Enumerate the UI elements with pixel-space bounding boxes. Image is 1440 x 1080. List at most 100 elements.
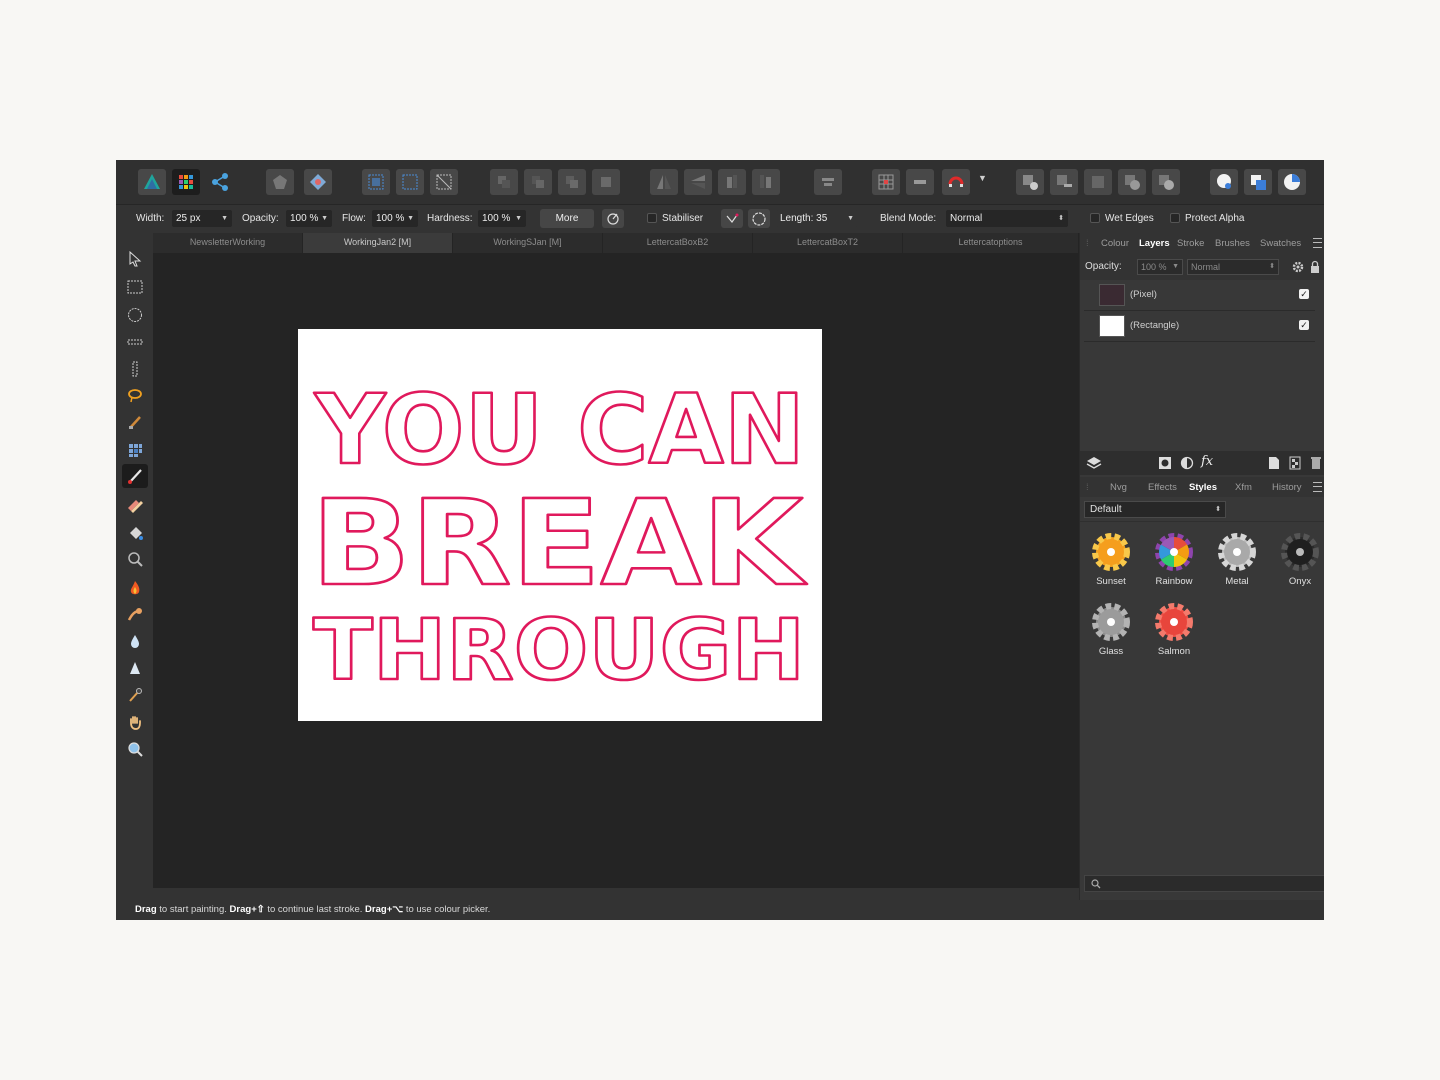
flood-select-tool[interactable] [125,440,145,460]
tab-workingsjan[interactable]: WorkingSJan [M] [453,233,603,253]
invert-selection-button[interactable] [430,169,458,195]
document-canvas[interactable]: YOU CAN BREAK THROUGH [298,329,822,721]
opacity-field[interactable]: 100 % ▼ [286,210,332,227]
width-field[interactable]: 25 px ▼ [172,210,232,227]
new-document-icon[interactable] [1268,456,1280,470]
remove-layer-button[interactable] [1050,169,1078,195]
export-persona-button[interactable] [206,169,234,195]
layer-row-pixel[interactable]: (Pixel) ✓ [1084,280,1315,311]
length-field[interactable]: Length: 35 ▼ [776,210,858,227]
photo-persona-button[interactable] [138,169,166,195]
wet-edges-checkbox[interactable] [1090,213,1100,223]
flow-field[interactable]: 100 % ▼ [372,210,418,227]
style-glass[interactable]: Glass [1081,596,1141,658]
blend-mode-select[interactable]: Normal ⬍ [946,210,1068,227]
elliptical-marquee-tool[interactable] [125,305,145,325]
snapping-options-button[interactable] [906,169,934,195]
stabiliser-checkbox[interactable] [647,213,657,223]
tab-lettercatboxt2[interactable]: LettercatBoxT2 [753,233,903,253]
auto-adjust-button[interactable] [304,169,332,195]
tab-stroke[interactable]: Stroke [1177,238,1204,249]
adjustment-icon[interactable] [1180,456,1194,470]
arrange-button-4[interactable] [592,169,620,195]
more-button[interactable]: More [540,209,594,228]
style-rainbow[interactable]: Rainbow [1144,526,1204,588]
tab-styles[interactable]: Styles [1189,482,1217,493]
snapping-grid-button[interactable] [872,169,900,195]
smudge-tool[interactable] [125,604,145,624]
brush-settings-button[interactable] [602,209,624,228]
fx-button[interactable]: fx [1201,454,1213,469]
layer-blend-select[interactable]: Normal ⬍ [1187,259,1279,275]
tab-xfm[interactable]: Xfm [1235,482,1252,493]
style-sunset[interactable]: Sunset [1081,526,1141,588]
paint-brush-tool[interactable] [122,464,148,488]
align-button[interactable] [814,169,842,195]
tab-lettercatboxb2[interactable]: LettercatBoxB2 [603,233,753,253]
tab-newsletterworking[interactable]: NewsletterWorking [153,233,303,253]
arrange-button-1[interactable] [490,169,518,195]
gear-icon[interactable] [1291,260,1305,274]
snapping-magnet-button[interactable] [942,169,970,195]
move-tool[interactable] [125,249,145,269]
layer-op-button-4[interactable] [1118,169,1146,195]
panel-grip-icon[interactable]: ⁞ [1086,238,1089,249]
mask-icon[interactable] [1158,456,1172,470]
select-all-button[interactable] [362,169,390,195]
selection-brush-tool[interactable] [125,412,145,432]
sharpen-tool[interactable] [125,658,145,678]
add-layer-button[interactable] [1016,169,1044,195]
tab-effects[interactable]: Effects [1148,482,1177,493]
style-onyx[interactable]: Onyx [1270,526,1324,588]
row-marquee-tool[interactable] [125,332,145,352]
hardness-field[interactable]: 100 % ▼ [478,210,526,227]
burn-tool[interactable] [125,578,145,598]
protect-alpha-checkbox[interactable] [1170,213,1180,223]
colour-picker-tool[interactable] [125,685,145,705]
arrange-button-2[interactable] [524,169,552,195]
erase-brush-tool[interactable] [125,495,145,515]
rope-mode-button[interactable] [721,209,743,228]
color-wheel-button[interactable] [1278,169,1306,195]
layer-row-rectangle[interactable]: (Rectangle) ✓ [1084,311,1315,342]
tab-brushes[interactable]: Brushes [1215,238,1250,249]
visibility-checkbox[interactable]: ✓ [1299,289,1309,299]
style-metal[interactable]: Metal [1207,526,1267,588]
column-marquee-tool[interactable] [125,359,145,379]
panel-grip-icon[interactable]: ⁞ [1086,482,1089,493]
styles-search-input[interactable] [1084,875,1324,892]
canvas-area[interactable]: YOU CAN BREAK THROUGH [153,253,1079,888]
tab-swatches[interactable]: Swatches [1260,238,1301,249]
visibility-checkbox[interactable]: ✓ [1299,320,1309,330]
layers-stack-icon[interactable] [1086,455,1102,471]
tab-layers[interactable]: Layers [1139,238,1170,249]
tab-lettercatoptions[interactable]: Lettercatoptions [903,233,1079,253]
freehand-selection-tool[interactable] [125,385,145,405]
layer-opacity-field[interactable]: 100 % ▼ [1137,259,1183,275]
layer-op-button-5[interactable] [1152,169,1180,195]
arrange-button-3[interactable] [558,169,586,195]
assistant-button[interactable] [1210,169,1238,195]
tab-history[interactable]: History [1272,482,1302,493]
rotate-right-button[interactable] [752,169,780,195]
clone-tool[interactable] [125,549,145,569]
pixel-layer-icon[interactable] [1289,456,1301,470]
view-tool[interactable] [125,712,145,732]
blur-tool[interactable] [125,631,145,651]
styles-category-select[interactable]: Default ⬍ [1084,501,1226,518]
tab-nvg[interactable]: Nvg [1110,482,1127,493]
rectangular-marquee-tool[interactable] [125,277,145,297]
window-mode-button[interactable] [748,209,770,228]
panel-menu-icon[interactable] [1313,238,1322,248]
snapping-dropdown-icon[interactable]: ▼ [978,173,987,183]
style-salmon[interactable]: Salmon [1144,596,1204,658]
flood-fill-tool[interactable] [125,523,145,543]
flip-horizontal-button[interactable] [650,169,678,195]
rotate-left-button[interactable] [718,169,746,195]
panel-menu-icon[interactable] [1313,482,1322,492]
deselect-button[interactable] [396,169,424,195]
tab-colour[interactable]: Colour [1101,238,1129,249]
pixel-persona-button[interactable] [172,169,200,195]
layer-op-button-3[interactable] [1084,169,1112,195]
macro-button[interactable] [266,169,294,195]
